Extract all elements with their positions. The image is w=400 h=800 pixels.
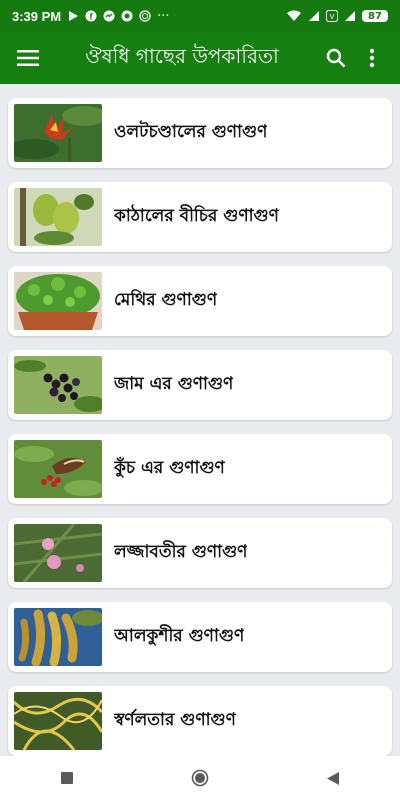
svg-text:V: V [330,14,335,21]
more-vert-icon[interactable] [354,40,390,76]
list-item-label: ওলটচণ্ডালের গুণাগুণ [114,122,268,142]
more-notifications-icon: ··· [157,8,170,24]
list-item-5[interactable]: কুঁচ এর গুণাগুণ [8,434,392,504]
recents-icon[interactable] [47,758,87,798]
list-item-4[interactable]: জাম এর গুণাগুণ [8,350,392,420]
battery-icon: 87 [362,10,388,22]
velvet-bean-thumbnail [14,608,102,666]
search-icon[interactable] [318,40,354,76]
messenger-icon [103,10,115,22]
list-item-2[interactable]: কাঠালের বীচির গুণাগুণ [8,182,392,252]
wifi-icon [286,10,302,22]
mimosa-thumbnail [14,524,102,582]
jackfruit-thumbnail [14,188,102,246]
status-right: V 87 [286,10,388,22]
page-title: ঔষধি গাছের উপকারিতা [85,43,279,68]
cellular-signal-icon [344,10,356,22]
facebook-icon: f [85,10,97,22]
list-item-label: কুঁচ এর গুণাগুণ [114,458,225,478]
list-item-1[interactable]: ওলটচণ্ডালের গুণাগুণ [8,98,392,168]
status-bar: 3:39 PM f ··· V 87 [0,0,400,32]
list-item-label: মেথির গুণাগুণ [114,290,218,310]
list-item-label: কাঠালের বীচির গুণাগুণ [114,206,279,226]
cellular-signal-icon [308,10,320,22]
fenugreek-thumbnail [14,272,102,330]
list-item-label: জাম এর গুণাগুণ [114,374,234,394]
list-item-6[interactable]: লজ্জাবতীর গুণাগুণ [8,518,392,588]
back-icon[interactable] [313,758,353,798]
gloriosa-thumbnail [14,104,102,162]
volte-icon: V [326,10,338,22]
rosary-pea-thumbnail [14,440,102,498]
whatsapp-icon [121,10,133,22]
app-bar: ঔষধি গাছের উপকারিতা [0,32,400,84]
list-item-8[interactable]: স্বর্ণলতার গুণাগুণ [8,686,392,756]
dodder-thumbnail [14,692,102,750]
black-plum-thumbnail [14,356,102,414]
list-item-label: লজ্জাবতীর গুণাগুণ [114,542,248,562]
menu-icon[interactable] [10,40,46,76]
list-item-label: আলকুশীর গুণাগুণ [114,626,245,646]
status-left: 3:39 PM f ··· [12,9,170,24]
list-item-label: স্বর্ণলতার গুণাগুণ [114,710,236,730]
list-item-3[interactable]: মেথির গুণাগুণ [8,266,392,336]
list-item-7[interactable]: আলকুশীর গুণাগুণ [8,602,392,672]
play-store-icon [67,10,79,22]
herb-list: ওলটচণ্ডালের গুণাগুণ কাঠালের বীচির গুণাগু… [0,84,400,756]
signal-icon [139,10,151,22]
home-icon[interactable] [180,758,220,798]
navigation-bar [0,756,400,800]
status-time: 3:39 PM [12,8,62,24]
